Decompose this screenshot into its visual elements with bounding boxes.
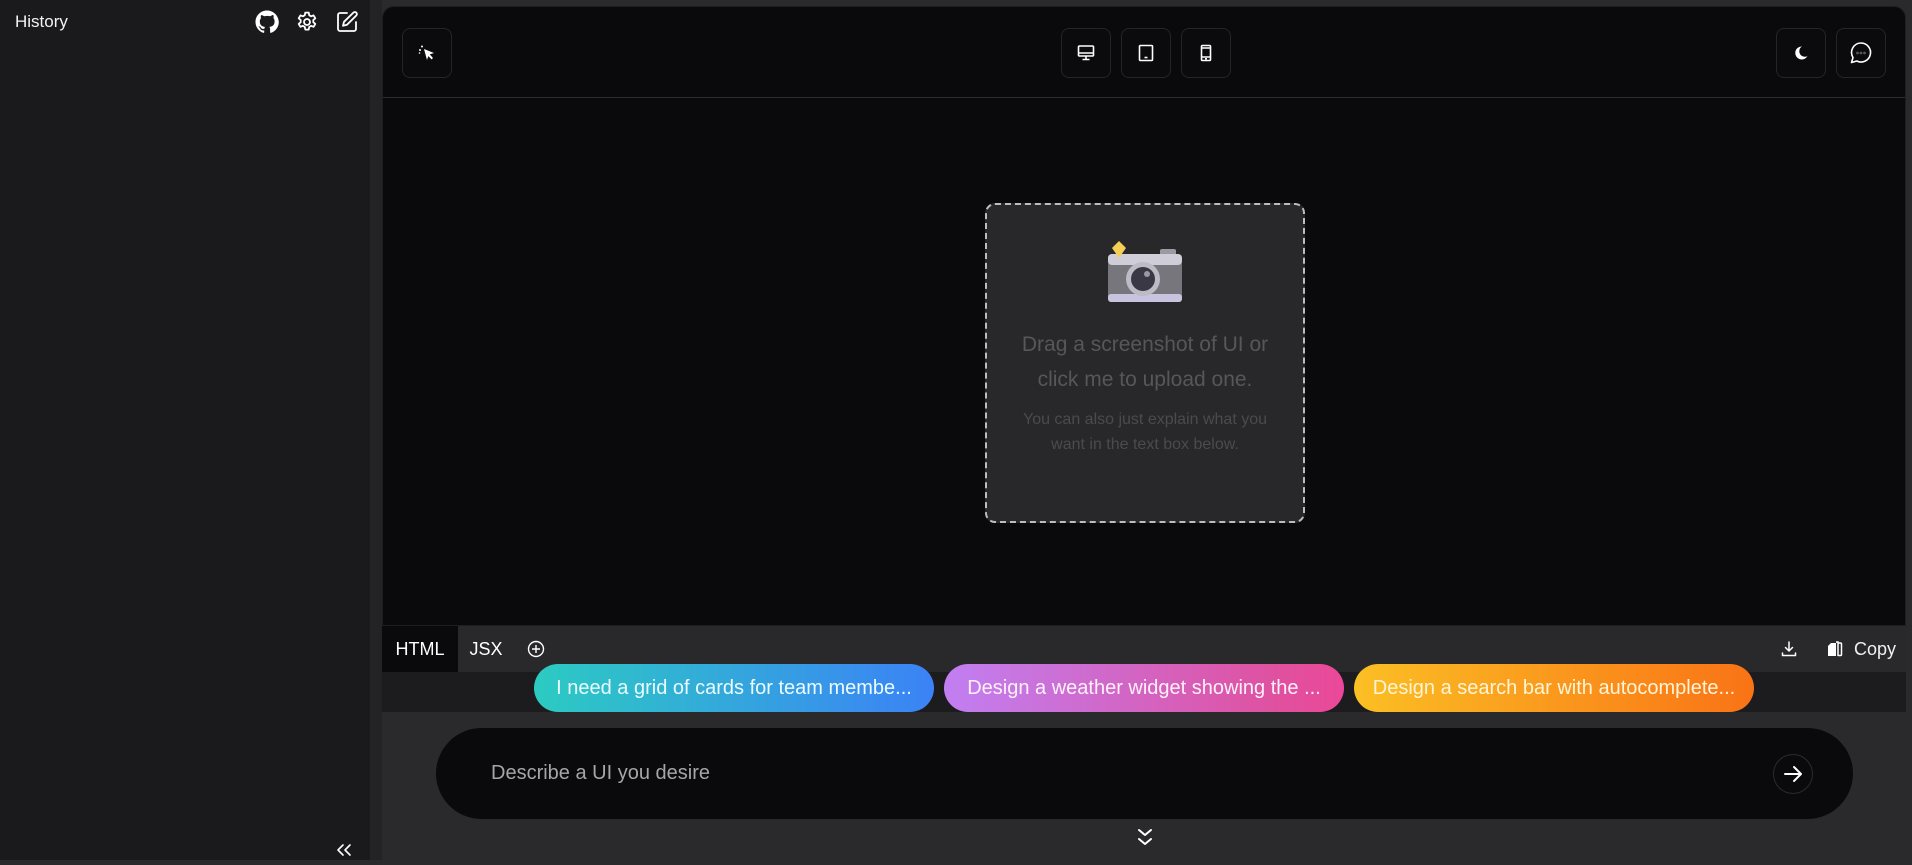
copy-label: Copy (1853, 638, 1896, 659)
suggestion-chip[interactable]: Design a search bar with autocomplete... (1354, 664, 1754, 712)
history-sidebar: History (0, 0, 370, 860)
tablet-view-button[interactable] (1121, 28, 1171, 78)
suggestion-chip[interactable]: I need a grid of cards for team membe... (534, 664, 934, 712)
arrow-right-icon (1784, 766, 1802, 782)
plus-circle-icon (527, 640, 545, 658)
cursor-select-icon (418, 45, 434, 60)
dropzone-sub-text: You can also just explain what you want … (1022, 411, 1267, 453)
chat-button[interactable] (1836, 28, 1886, 78)
sidebar-resize-gutter[interactable] (370, 0, 382, 860)
new-edit-icon[interactable] (334, 9, 360, 35)
expand-toggle-button[interactable] (1133, 825, 1157, 851)
monitor-icon (1077, 45, 1095, 61)
chevrons-down-icon (1138, 829, 1152, 845)
prompt-input[interactable] (491, 748, 1691, 798)
sidebar-title: History (15, 12, 68, 31)
screenshot-upload-dropzone[interactable]: Drag a screenshot of UI or click me to u… (985, 203, 1305, 523)
chevrons-left-icon (337, 844, 351, 856)
collapse-sidebar-button[interactable] (334, 840, 354, 860)
chat-bubble-icon (1850, 42, 1872, 64)
suggestion-chip[interactable]: Design a weather widget showing the ... (944, 664, 1344, 712)
preview-toolbar (383, 7, 1905, 98)
send-button[interactable] (1773, 754, 1813, 794)
dropzone-main-text: Drag a screenshot of UI or click me to u… (1021, 333, 1269, 391)
tablet-icon (1138, 44, 1154, 62)
settings-icon[interactable] (294, 9, 320, 35)
tab-jsx[interactable]: JSX (458, 626, 514, 672)
smartphone-icon (1200, 44, 1212, 62)
theme-toggle-button[interactable] (1776, 28, 1826, 78)
preview-panel: Drag a screenshot of UI or click me to u… (382, 6, 1906, 626)
select-element-button[interactable] (402, 28, 452, 78)
tab-html[interactable]: HTML (382, 626, 458, 672)
copy-button[interactable]: Copy (1826, 639, 1896, 660)
copy-icon (1827, 641, 1843, 657)
download-button[interactable] (1780, 640, 1798, 658)
sidebar-toolbar (254, 9, 360, 35)
desktop-view-button[interactable] (1061, 28, 1111, 78)
mobile-view-button[interactable] (1181, 28, 1231, 78)
moon-icon (1795, 46, 1808, 60)
download-icon (1781, 641, 1797, 657)
github-icon[interactable] (254, 9, 280, 35)
camera-with-sparkle-icon (1105, 239, 1185, 305)
prompt-box (436, 728, 1853, 819)
